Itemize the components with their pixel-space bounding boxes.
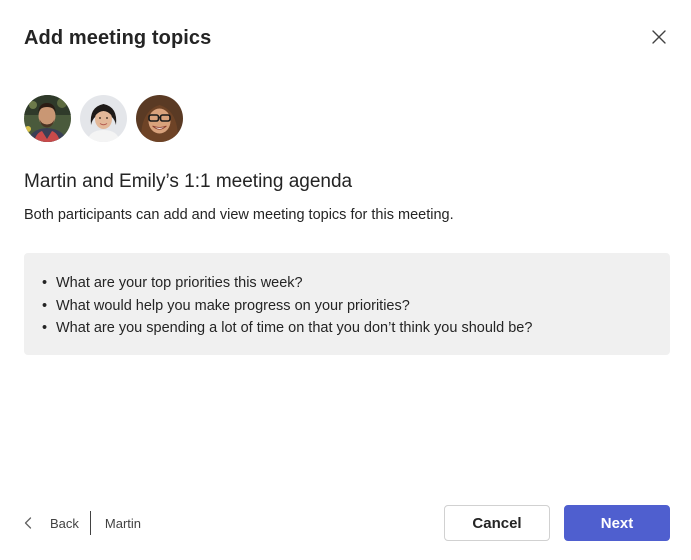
meeting-topics-list: • What are your top priorities this week… bbox=[42, 272, 670, 340]
close-icon bbox=[652, 30, 666, 44]
meeting-topic-text: What are you spending a lot of time on t… bbox=[56, 320, 533, 336]
bullet: • bbox=[42, 320, 48, 336]
next-button[interactable]: Next bbox=[564, 505, 670, 541]
footer-navigation: Back Martin bbox=[24, 510, 141, 536]
meeting-topic-item: • What would help you make progress on y… bbox=[42, 295, 670, 318]
meeting-topic-text: What are your top priorities this week? bbox=[56, 275, 303, 291]
dialog-title: Add meeting topics bbox=[24, 27, 212, 49]
meeting-topic-item: • What are you spending a lot of time on… bbox=[42, 317, 670, 340]
meeting-topic-item: • What are your top priorities this week… bbox=[42, 272, 670, 295]
bullet: • bbox=[42, 275, 48, 291]
participant-avatars bbox=[24, 95, 183, 142]
cancel-button[interactable]: Cancel bbox=[444, 505, 550, 541]
participant-avatar-emily bbox=[80, 95, 127, 142]
close-button[interactable] bbox=[646, 24, 672, 50]
back-button[interactable] bbox=[24, 516, 38, 530]
meeting-topics-box: • What are your top priorities this week… bbox=[24, 253, 670, 355]
footer-divider bbox=[89, 511, 91, 535]
agenda-description: Both participants can add and view meeti… bbox=[24, 207, 454, 223]
chevron-left-icon bbox=[24, 517, 32, 529]
bullet: • bbox=[42, 297, 48, 314]
add-meeting-topics-dialog: Add meeting topics Martin and Emily’s 1:… bbox=[0, 0, 691, 560]
breadcrumb-current: Martin bbox=[104, 515, 142, 531]
back-label[interactable]: Back bbox=[50, 516, 79, 531]
agenda-title: Martin and Emily’s 1:1 meeting agenda bbox=[24, 171, 353, 192]
participant-avatar-3 bbox=[136, 95, 183, 142]
meeting-topic-text: What would help you make progress on you… bbox=[56, 297, 410, 314]
participant-avatar-martin bbox=[24, 95, 71, 142]
